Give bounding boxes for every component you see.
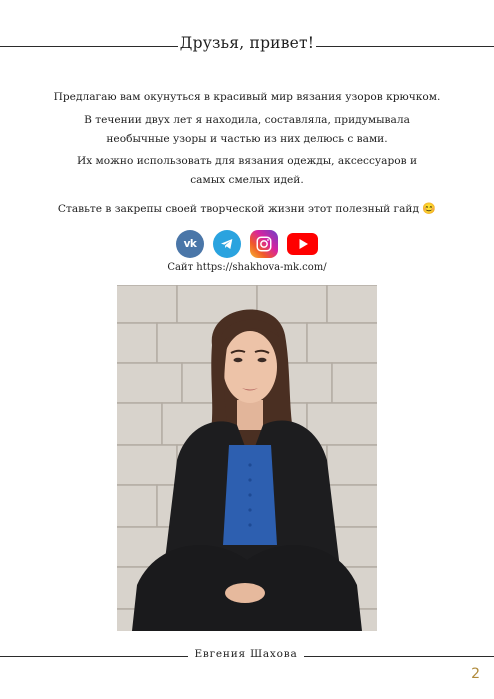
telegram-plane-glyph (221, 239, 233, 249)
vk-icon[interactable]: vk (176, 230, 204, 258)
page-number: 2 (471, 666, 480, 682)
intro-paragraph-1: Предлагаю вам окунуться в красивый мир в… (53, 91, 441, 103)
intro-paragraph-2-line-2: необычные узоры и частью из них делюсь с… (106, 133, 388, 145)
youtube-play-glyph (287, 233, 318, 255)
instagram-icon[interactable] (250, 230, 278, 258)
page-footer: Евгения Шахова (0, 646, 494, 666)
youtube-icon[interactable] (287, 230, 318, 258)
page-header: Друзья, привет! (0, 34, 494, 56)
header-divider-left (0, 46, 178, 47)
website-link[interactable]: Сайт https://shakhova-mk.com/ (0, 262, 494, 273)
author-name: Евгения Шахова (194, 648, 298, 660)
intro-paragraph-3-line-2: самых смелых идей. (190, 174, 304, 186)
intro-paragraph-3-line-1: Их можно использовать для вязания одежды… (76, 155, 418, 167)
smile-emoji-icon: 😊 (422, 202, 437, 215)
footer-divider-right (304, 656, 494, 657)
intro-paragraph-4: Ставьте в закрепы своей творческой жизни… (30, 199, 464, 219)
social-links: vk (0, 230, 494, 258)
footer-divider-left (0, 656, 188, 657)
intro-paragraph-2: В течении двух лет я находила, составлял… (30, 111, 464, 149)
telegram-icon[interactable] (213, 230, 241, 258)
author-photo (117, 285, 377, 631)
instagram-camera-glyph (256, 236, 272, 252)
intro-paragraph-3: Их можно использовать для вязания одежды… (30, 152, 464, 190)
intro-paragraph-4-text: Ставьте в закрепы своей творческой жизни… (57, 203, 420, 215)
vk-icon-label: vk (183, 238, 197, 250)
header-divider-right (316, 46, 494, 47)
author-portrait-image (117, 285, 377, 631)
intro-paragraph-2-line-1: В течении двух лет я находила, составлял… (84, 114, 410, 126)
page-title: Друзья, привет! (179, 34, 315, 52)
